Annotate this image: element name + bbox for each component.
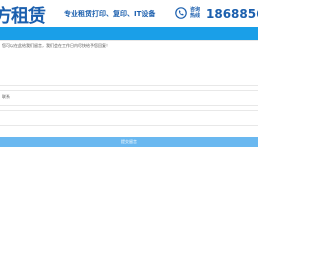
brand-slogan: 专业租赁打印、复印、IT设备 [64, 10, 156, 18]
contact-placeholder: 联系 [2, 94, 10, 99]
submit-button[interactable]: 提交留言 [0, 137, 258, 147]
extra-input[interactable] [0, 110, 258, 126]
phone-icon [175, 7, 187, 19]
message-form: 您可以在此给我们留言，我们会在工作日内尽快给予您回复！ 联系 [0, 40, 258, 150]
message-placeholder: 您可以在此给我们留言，我们会在工作日内尽快给予您回复！ [2, 43, 110, 48]
hotline-number: 1868856 [206, 7, 258, 21]
hotline-label: 咨询热线 [190, 7, 201, 19]
brand-logo[interactable]: 方租赁 [0, 2, 46, 28]
top-accent-bar [0, 27, 258, 40]
message-textarea[interactable]: 您可以在此给我们留言，我们会在工作日内尽快给予您回复！ [0, 40, 258, 86]
contact-input[interactable]: 联系 [0, 90, 258, 106]
